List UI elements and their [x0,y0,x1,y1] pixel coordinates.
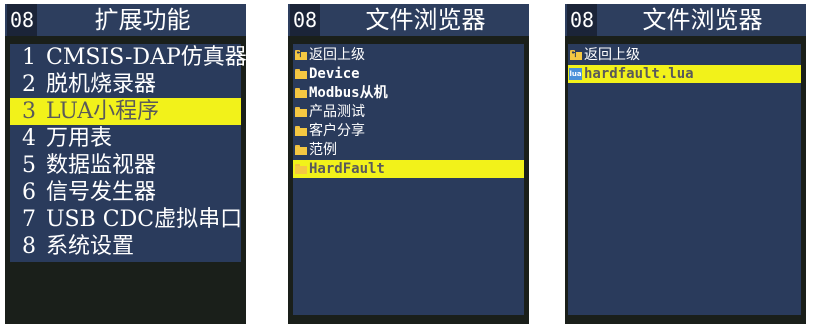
menu-item-number: 2 [22,72,36,97]
menu-item-number: 4 [22,126,36,151]
folder-icon [295,126,307,136]
folder-icon [295,145,307,155]
file-item-device[interactable]: Device [293,65,524,83]
file-item-parent[interactable]: ↰ 返回上级 [293,46,524,64]
screen-extended-functions: 08 扩展功能 1 CMSIS-DAP仿真器 2 脱机烧录器 3 LUA小程序 … [5,4,246,324]
file-item-parent[interactable]: ↰ 返回上级 [568,46,801,64]
file-item-label: 返回上级 [584,47,640,63]
file-item-hardfault[interactable]: HardFault [293,160,524,178]
menu-item-usb-cdc[interactable]: 7 USB CDC虚拟串口 [10,206,243,233]
up-arrow-icon: ↰ [571,50,577,60]
menu-item-label: LUA小程序 [46,99,160,124]
file-item-label: hardfault.lua [584,66,694,82]
folder-icon [295,164,307,174]
menu-item-number: 7 [22,207,36,232]
screen-file-browser: 08 文件浏览器 ↰ 返回上级 Device Modbus从机 产品测试 客户分… [288,4,529,324]
menu-item-data-monitor[interactable]: 5 数据监视器 [10,152,241,179]
file-item-hardfault-lua[interactable]: lua hardfault.lua [568,65,801,83]
screen-title: 文件浏览器 [365,6,486,34]
menu-item-number: 3 [22,99,36,124]
file-item-label: 范例 [309,142,337,158]
folder-icon [295,69,307,79]
screen-header: 08 扩展功能 [5,4,246,36]
up-arrow-icon: ↰ [296,50,302,60]
menu-item-label: 脱机烧录器 [46,72,157,97]
menu-item-multimeter[interactable]: 4 万用表 [10,125,241,152]
menu-item-number: 1 [22,45,36,70]
menu-item-system-settings[interactable]: 8 系统设置 [10,233,241,260]
menu-item-label: CMSIS-DAP仿真器 [46,45,246,70]
menu-item-label: 数据监视器 [46,153,157,178]
screen-file-browser-hardfault: 08 文件浏览器 ↰ 返回上级 lua hardfault.lua [565,4,806,324]
screen-number: 08 [7,4,37,36]
screen-title: 文件浏览器 [642,6,763,34]
file-list-panel: ↰ 返回上级 lua hardfault.lua [568,44,801,315]
menu-item-number: 8 [22,234,36,259]
menu-item-offline-programmer[interactable]: 2 脱机烧录器 [10,71,241,98]
menu-item-label: 系统设置 [46,234,135,259]
file-item-customer-share[interactable]: 客户分享 [293,122,524,140]
file-item-label: 客户分享 [309,123,365,139]
file-item-examples[interactable]: 范例 [293,141,524,159]
folder-icon [295,107,307,117]
file-item-product-test[interactable]: 产品测试 [293,103,524,121]
menu-item-lua-program[interactable]: 3 LUA小程序 [10,98,241,125]
screen-title: 扩展功能 [94,6,191,34]
file-item-label: 返回上级 [309,47,365,63]
screen-header: 08 文件浏览器 [288,4,529,36]
screen-number: 08 [290,4,320,36]
file-list-panel: ↰ 返回上级 Device Modbus从机 产品测试 客户分享 范例 Hard… [293,44,524,315]
menu-item-number: 5 [22,153,36,178]
menu-item-cmsis-dap[interactable]: 1 CMSIS-DAP仿真器 [10,44,246,71]
menu-item-label: USB CDC虚拟串口 [46,207,243,232]
menu-item-label: 万用表 [46,126,113,151]
file-item-label: 产品测试 [309,104,365,120]
folder-icon [295,88,307,98]
menu-item-signal-generator[interactable]: 6 信号发生器 [10,179,241,206]
menu-panel: 1 CMSIS-DAP仿真器 2 脱机烧录器 3 LUA小程序 4 万用表 5 … [10,44,246,262]
file-item-label: Device [309,66,360,82]
menu-item-label: 信号发生器 [46,180,157,205]
menu-item-number: 6 [22,180,36,205]
lua-file-icon: lua [569,68,582,80]
file-item-label: Modbus从机 [309,85,388,101]
screen-header: 08 文件浏览器 [565,4,806,36]
file-item-label: HardFault [309,161,385,177]
file-item-modbus[interactable]: Modbus从机 [293,84,524,102]
screen-number: 08 [567,4,597,36]
